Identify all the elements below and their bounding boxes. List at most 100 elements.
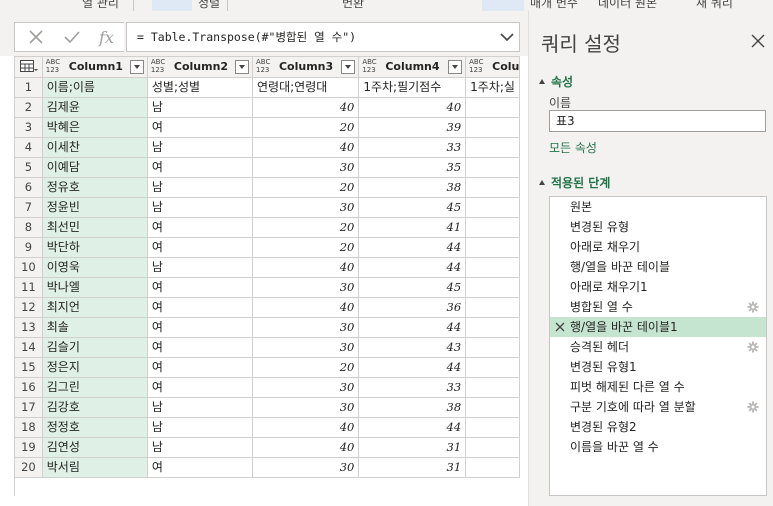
row-number[interactable]: 18	[15, 417, 43, 438]
table-row: 8 최선민 여 20 41	[15, 217, 520, 238]
ribbon-tab-sort[interactable]: 정렬	[198, 0, 220, 11]
table-row: 3 박혜은 여 20 39	[15, 117, 520, 138]
applied-step[interactable]: 변경된 유형1	[550, 357, 766, 377]
table-cell: 1주차;실	[465, 77, 520, 98]
table-cell: 연령대;연령대	[252, 77, 360, 98]
all-properties-link[interactable]: 모든 속성	[549, 139, 597, 156]
step-label: 승격된 헤더	[570, 340, 630, 354]
applied-step[interactable]: 아래로 채우기1	[550, 277, 766, 297]
table-cell	[465, 217, 520, 238]
row-number[interactable]: 17	[15, 397, 43, 418]
row-number[interactable]: 13	[15, 317, 43, 338]
row-number[interactable]: 5	[15, 157, 43, 178]
ribbon-tab-data-source[interactable]: 데이터 원본	[598, 0, 657, 11]
applied-step[interactable]: 이름을 바꾼 열 수	[550, 437, 766, 457]
chevron-down-icon[interactable]	[498, 28, 516, 46]
applied-step[interactable]: 아래로 채우기	[550, 237, 766, 257]
formula-input[interactable]: = Table.Transpose(#"병합된 열 수")	[126, 22, 520, 52]
close-icon[interactable]	[751, 34, 765, 48]
table-cell	[465, 177, 520, 198]
table-row: 20 박서림 여 30 31	[15, 457, 520, 478]
column-header-4[interactable]: ABC 123 Column4	[358, 57, 467, 78]
applied-step[interactable]: 행/열을 바꾼 테이블1	[550, 317, 766, 337]
row-number[interactable]: 10	[15, 257, 43, 278]
table-cell: 남	[147, 397, 253, 418]
formula-buttons: fx	[14, 22, 124, 52]
ribbon-tab-parameters[interactable]: 매개 변수	[530, 0, 578, 11]
ribbon-sort-button[interactable]	[152, 0, 192, 11]
row-number[interactable]: 1	[15, 77, 43, 98]
table-cell	[465, 377, 520, 398]
table-cell	[465, 357, 520, 378]
table-cell: 40	[252, 97, 360, 118]
check-icon[interactable]	[64, 30, 80, 44]
gear-icon[interactable]	[747, 341, 759, 353]
applied-step[interactable]: 변경된 유형	[550, 217, 766, 237]
fx-icon[interactable]: fx	[99, 28, 114, 47]
row-number[interactable]: 15	[15, 357, 43, 378]
row-number[interactable]: 9	[15, 237, 43, 258]
row-number[interactable]: 4	[15, 137, 43, 158]
table-cell	[465, 197, 520, 218]
applied-steps-header[interactable]: 적용된 단계	[539, 174, 610, 191]
table-row: 18 정정호 남 40 44	[15, 417, 520, 438]
row-number[interactable]: 2	[15, 97, 43, 118]
row-number[interactable]: 19	[15, 437, 43, 458]
query-name-input[interactable]: 표3	[549, 110, 766, 132]
column-header-3[interactable]: ABC 123 Column3	[252, 57, 360, 78]
applied-step[interactable]: 행/열을 바꾼 테이블	[550, 257, 766, 277]
row-number[interactable]: 20	[15, 457, 43, 478]
header-row: ABC 123 Column1 ABC 123 Column2 ABC 123 Col…	[15, 57, 520, 78]
table-cell	[465, 397, 520, 418]
row-number[interactable]: 16	[15, 377, 43, 398]
filter-dropdown-icon[interactable]	[341, 60, 356, 74]
row-number[interactable]: 6	[15, 177, 43, 198]
row-number[interactable]: 3	[15, 117, 43, 138]
table-row: 5 이예담 여 30 35	[15, 157, 520, 178]
filter-dropdown-icon[interactable]	[129, 60, 144, 74]
table-cell: 45	[358, 277, 467, 298]
column-header-5[interactable]: ABC123 Column5	[465, 57, 520, 78]
table-cell: 여	[147, 157, 253, 178]
row-number[interactable]: 14	[15, 337, 43, 358]
applied-step[interactable]: 구분 기호에 따라 열 분할	[550, 397, 766, 417]
row-number[interactable]: 8	[15, 217, 43, 238]
table-cell: 35	[358, 157, 467, 178]
table-cell: 남	[147, 97, 253, 118]
gear-icon[interactable]	[747, 301, 759, 313]
close-icon[interactable]	[29, 30, 43, 44]
gear-icon[interactable]	[747, 401, 759, 413]
applied-step[interactable]: 병합된 열 수	[550, 297, 766, 317]
table-cell: 김그린	[42, 377, 148, 398]
table-cell: 40	[252, 137, 360, 158]
column-name: Column1	[68, 60, 123, 73]
applied-step[interactable]: 변경된 유형2	[550, 417, 766, 437]
row-number[interactable]: 11	[15, 277, 43, 298]
ribbon-tab-column-manage[interactable]: 열 관리	[82, 0, 119, 11]
column-header-2[interactable]: ABC 123 Column2	[147, 57, 253, 78]
table-cell: 31	[358, 437, 467, 458]
filter-dropdown-icon[interactable]	[234, 60, 249, 74]
applied-step[interactable]: 원본	[550, 197, 766, 217]
properties-header[interactable]: 속성	[539, 73, 573, 90]
table-cell: 41	[358, 217, 467, 238]
table-cell: 여	[147, 217, 253, 238]
column-header-1[interactable]: ABC 123 Column1	[42, 57, 148, 78]
delete-step-icon[interactable]	[555, 322, 565, 332]
ribbon-highlight-button[interactable]	[482, 0, 524, 11]
table-menu-button[interactable]	[15, 57, 43, 78]
filter-dropdown-icon[interactable]	[448, 60, 463, 74]
ribbon-tab-transform[interactable]: 변환	[342, 0, 364, 11]
ribbon-tab-new-query[interactable]: 새 쿼리	[696, 0, 733, 11]
table-row: 13 최솔 여 30 44	[15, 317, 520, 338]
table-cell: 남	[147, 257, 253, 278]
applied-step[interactable]: 승격된 헤더	[550, 337, 766, 357]
step-label: 변경된 유형	[570, 220, 630, 234]
type-any-icon: ABC 123	[45, 58, 61, 74]
row-number[interactable]: 12	[15, 297, 43, 318]
table-cell: 성별;성별	[147, 77, 253, 98]
table-cell	[465, 137, 520, 158]
row-number[interactable]: 7	[15, 197, 43, 218]
applied-step[interactable]: 피벗 해제된 다른 열 수	[550, 377, 766, 397]
table-cell: 33	[358, 377, 467, 398]
